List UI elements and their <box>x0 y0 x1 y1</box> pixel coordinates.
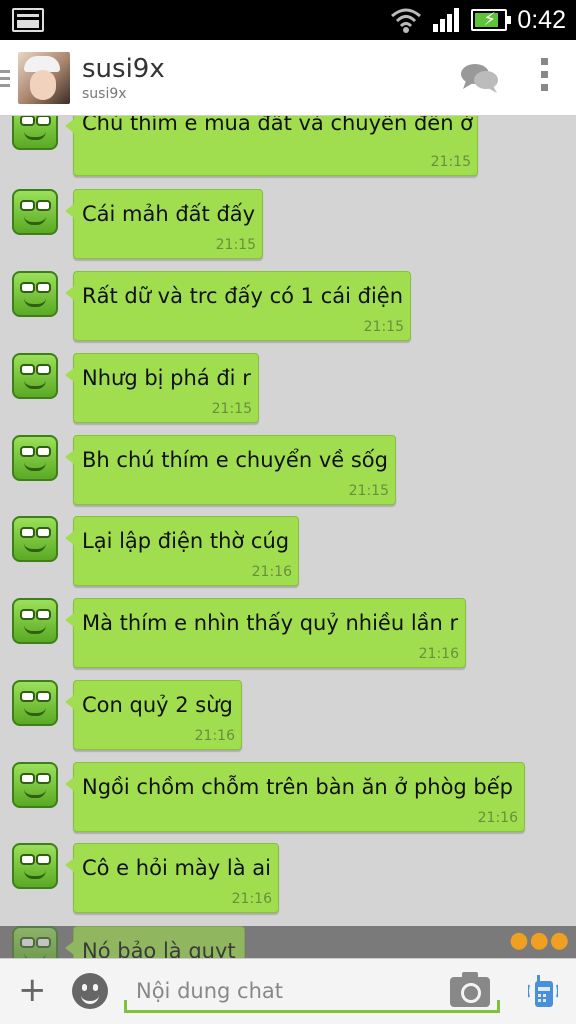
sender-emoji-icon <box>12 516 58 562</box>
chat-bubbles-icon[interactable] <box>460 62 500 94</box>
message-time: 21:16 <box>418 646 459 662</box>
chat-header: susi9x susi9x <box>0 40 576 116</box>
sender-emoji-icon <box>12 680 58 726</box>
avatar[interactable] <box>18 52 70 104</box>
wifi-icon <box>391 8 422 33</box>
message-bubble[interactable]: Lại lập điện thờ cúg 21:16 <box>65 516 299 586</box>
message-time: 21:15 <box>430 154 471 170</box>
message-bubble[interactable]: Con quỷ 2 sừg 21:16 <box>65 680 242 750</box>
message-text: Rất dữ và trc đấy có 1 cái điện <box>82 284 404 308</box>
message-row: Cái mảh đất đấy 21:15 <box>0 189 576 267</box>
message-text: Bh chú thím e chuyển về sốg <box>82 448 388 472</box>
new-message-strip[interactable]: Nó bảo là quyt ●●● <box>0 926 576 958</box>
message-time: 21:16 <box>194 728 235 744</box>
message-row: Cô e hỏi mày là ai 21:16 <box>0 843 576 921</box>
message-time: 21:16 <box>231 891 272 907</box>
walkie-talkie-icon[interactable] <box>528 973 558 1009</box>
message-row: Mà thím e nhìn thấy quỷ nhiều lần r 21:1… <box>0 598 576 676</box>
message-time: 21:15 <box>215 237 256 253</box>
message-row: Nhưg bị phá đi r 21:15 <box>0 353 576 431</box>
message-row: Con quỷ 2 sừg 21:16 <box>0 680 576 758</box>
message-row: Rất dữ và trc đấy có 1 cái điện 21:15 <box>0 271 576 349</box>
notification-icon <box>12 8 44 32</box>
contact-name: susi9x <box>82 54 165 84</box>
message-text: Cô e hỏi mày là ai <box>82 856 271 880</box>
message-bubble[interactable]: Mà thím e nhìn thấy quỷ nhiều lần r 21:1… <box>65 598 466 668</box>
message-text: Mà thím e nhìn thấy quỷ nhiều lần r <box>82 611 459 635</box>
message-text: Lại lập điện thờ cúg <box>82 529 290 553</box>
message-time: 21:15 <box>348 483 389 499</box>
message-text: Chú thím e mua đất và chuyển đến ở <box>82 116 474 135</box>
sender-emoji-icon <box>12 843 58 889</box>
sender-emoji-icon <box>12 926 58 958</box>
message-text: Cái mảh đất đấy <box>82 202 256 226</box>
message-bubble[interactable]: Ngồi chồm chỗm trên bàn ăn ở phòg bếp 21… <box>65 762 525 832</box>
message-text: Ngồi chồm chỗm trên bàn ăn ở phòg bếp <box>82 775 514 799</box>
message-row: Chú thím e mua đất và chuyển đến ở 21:15 <box>0 116 576 192</box>
message-time: 21:16 <box>251 564 292 580</box>
drawer-indicator-icon[interactable] <box>0 70 10 88</box>
sender-emoji-icon <box>12 189 58 235</box>
compose-bar: + <box>0 958 576 1024</box>
message-bubble[interactable]: Rất dữ và trc đấy có 1 cái điện 21:15 <box>65 271 411 341</box>
sender-emoji-icon <box>12 353 58 399</box>
sender-emoji-icon <box>12 116 58 150</box>
emoji-icon[interactable] <box>72 973 108 1009</box>
message-row: Lại lập điện thờ cúg 21:16 <box>0 516 576 594</box>
message-bubble[interactable]: Nhưg bị phá đi r 21:15 <box>65 353 259 423</box>
sender-emoji-icon <box>12 598 58 644</box>
contact-id: susi9x <box>82 86 127 102</box>
chat-input-field[interactable] <box>124 969 500 1013</box>
sender-emoji-icon <box>12 762 58 808</box>
status-time: 0:42 <box>517 5 566 34</box>
message-text: Nó bảo là quyt <box>82 939 236 958</box>
message-time: 21:16 <box>477 810 518 826</box>
message-bubble[interactable]: Cái mảh đất đấy 21:15 <box>65 189 263 259</box>
battery-icon: ⚡ <box>471 9 512 31</box>
more-dots-icon[interactable]: ●●● <box>509 930 570 952</box>
message-list[interactable]: Chú thím e mua đất và chuyển đến ở 21:15… <box>0 116 576 928</box>
message-text: Con quỷ 2 sừg <box>82 693 233 717</box>
message-row: Ngồi chồm chỗm trên bàn ăn ở phòg bếp 21… <box>0 762 576 840</box>
sender-emoji-icon <box>12 271 58 317</box>
message-bubble[interactable]: Bh chú thím e chuyển về sốg 21:15 <box>65 435 396 505</box>
camera-icon[interactable] <box>450 972 490 1007</box>
overflow-menu-icon[interactable] <box>541 58 549 98</box>
attach-plus-icon[interactable]: + <box>18 973 47 1007</box>
message-time: 21:15 <box>211 401 252 417</box>
message-bubble[interactable]: Chú thím e mua đất và chuyển đến ở 21:15 <box>65 116 478 176</box>
status-bar: ⚡ 0:42 <box>0 0 576 40</box>
signal-icon <box>433 8 461 32</box>
message-time: 21:15 <box>363 319 404 335</box>
sender-emoji-icon <box>12 435 58 481</box>
message-text: Nhưg bị phá đi r <box>82 366 251 390</box>
chat-input[interactable] <box>136 975 446 1007</box>
message-bubble[interactable]: Cô e hỏi mày là ai 21:16 <box>65 843 279 913</box>
message-row: Bh chú thím e chuyển về sốg 21:15 <box>0 435 576 513</box>
message-bubble[interactable]: Nó bảo là quyt <box>65 926 245 958</box>
